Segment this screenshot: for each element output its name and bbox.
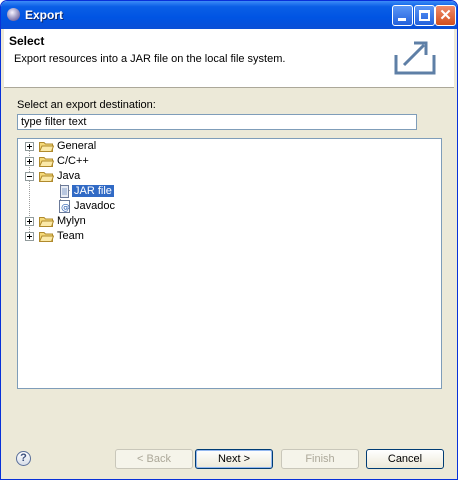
close-button[interactable]: ✕: [435, 5, 456, 26]
back-button[interactable]: < Back: [115, 449, 193, 469]
destination-label: Select an export destination:: [17, 99, 156, 111]
folder-icon: [39, 142, 54, 152]
maximize-icon: [419, 10, 430, 21]
tree-item-label: Java: [57, 170, 81, 182]
expand-icon[interactable]: [25, 157, 34, 166]
tree-item-label: C/C++: [57, 155, 89, 167]
window-title: Export: [25, 8, 64, 22]
folder-icon: [39, 217, 54, 227]
svg-text:@: @: [61, 203, 70, 213]
open-folder-icon: [39, 172, 54, 182]
tree-item-label: General: [57, 140, 97, 152]
tree-item-jar-file[interactable]: JAR file: [18, 184, 138, 199]
maximize-button[interactable]: [414, 5, 435, 26]
finish-button[interactable]: Finish: [281, 449, 359, 469]
expand-icon[interactable]: [25, 232, 34, 241]
expand-icon[interactable]: [25, 217, 34, 226]
close-icon: ✕: [439, 7, 452, 24]
minimize-button[interactable]: [392, 5, 413, 26]
tree-item-label: JAR file: [71, 184, 115, 198]
page-description: Export resources into a JAR file on the …: [14, 53, 286, 65]
eclipse-icon: [7, 8, 20, 21]
export-dialog: Export ✕ Select Export resources into a …: [0, 0, 458, 480]
expand-icon[interactable]: [25, 142, 34, 151]
help-icon[interactable]: ?: [16, 451, 31, 466]
folder-icon: [39, 157, 54, 167]
export-wizard-icon: [394, 41, 436, 75]
jar-file-icon: [60, 185, 69, 198]
folder-icon: [39, 232, 54, 242]
collapse-icon[interactable]: [25, 172, 34, 181]
page-title: Select: [9, 34, 45, 48]
filter-input[interactable]: [17, 114, 417, 130]
destination-tree[interactable]: General C/C++ Java JAR file @ Javadoc My…: [17, 138, 442, 389]
tree-item-label: Mylyn: [57, 215, 86, 227]
minimize-icon: [398, 18, 406, 21]
title-bar[interactable]: Export ✕: [1, 1, 457, 29]
cancel-button[interactable]: Cancel: [366, 449, 444, 469]
tree-item-label: Javadoc: [74, 200, 115, 212]
tree-item-label: Team: [57, 230, 84, 242]
javadoc-icon: @: [59, 200, 70, 213]
wizard-header: Select Export resources into a JAR file …: [4, 29, 454, 88]
tree-item-javadoc[interactable]: @ Javadoc: [18, 199, 138, 214]
next-button[interactable]: Next >: [195, 449, 273, 469]
